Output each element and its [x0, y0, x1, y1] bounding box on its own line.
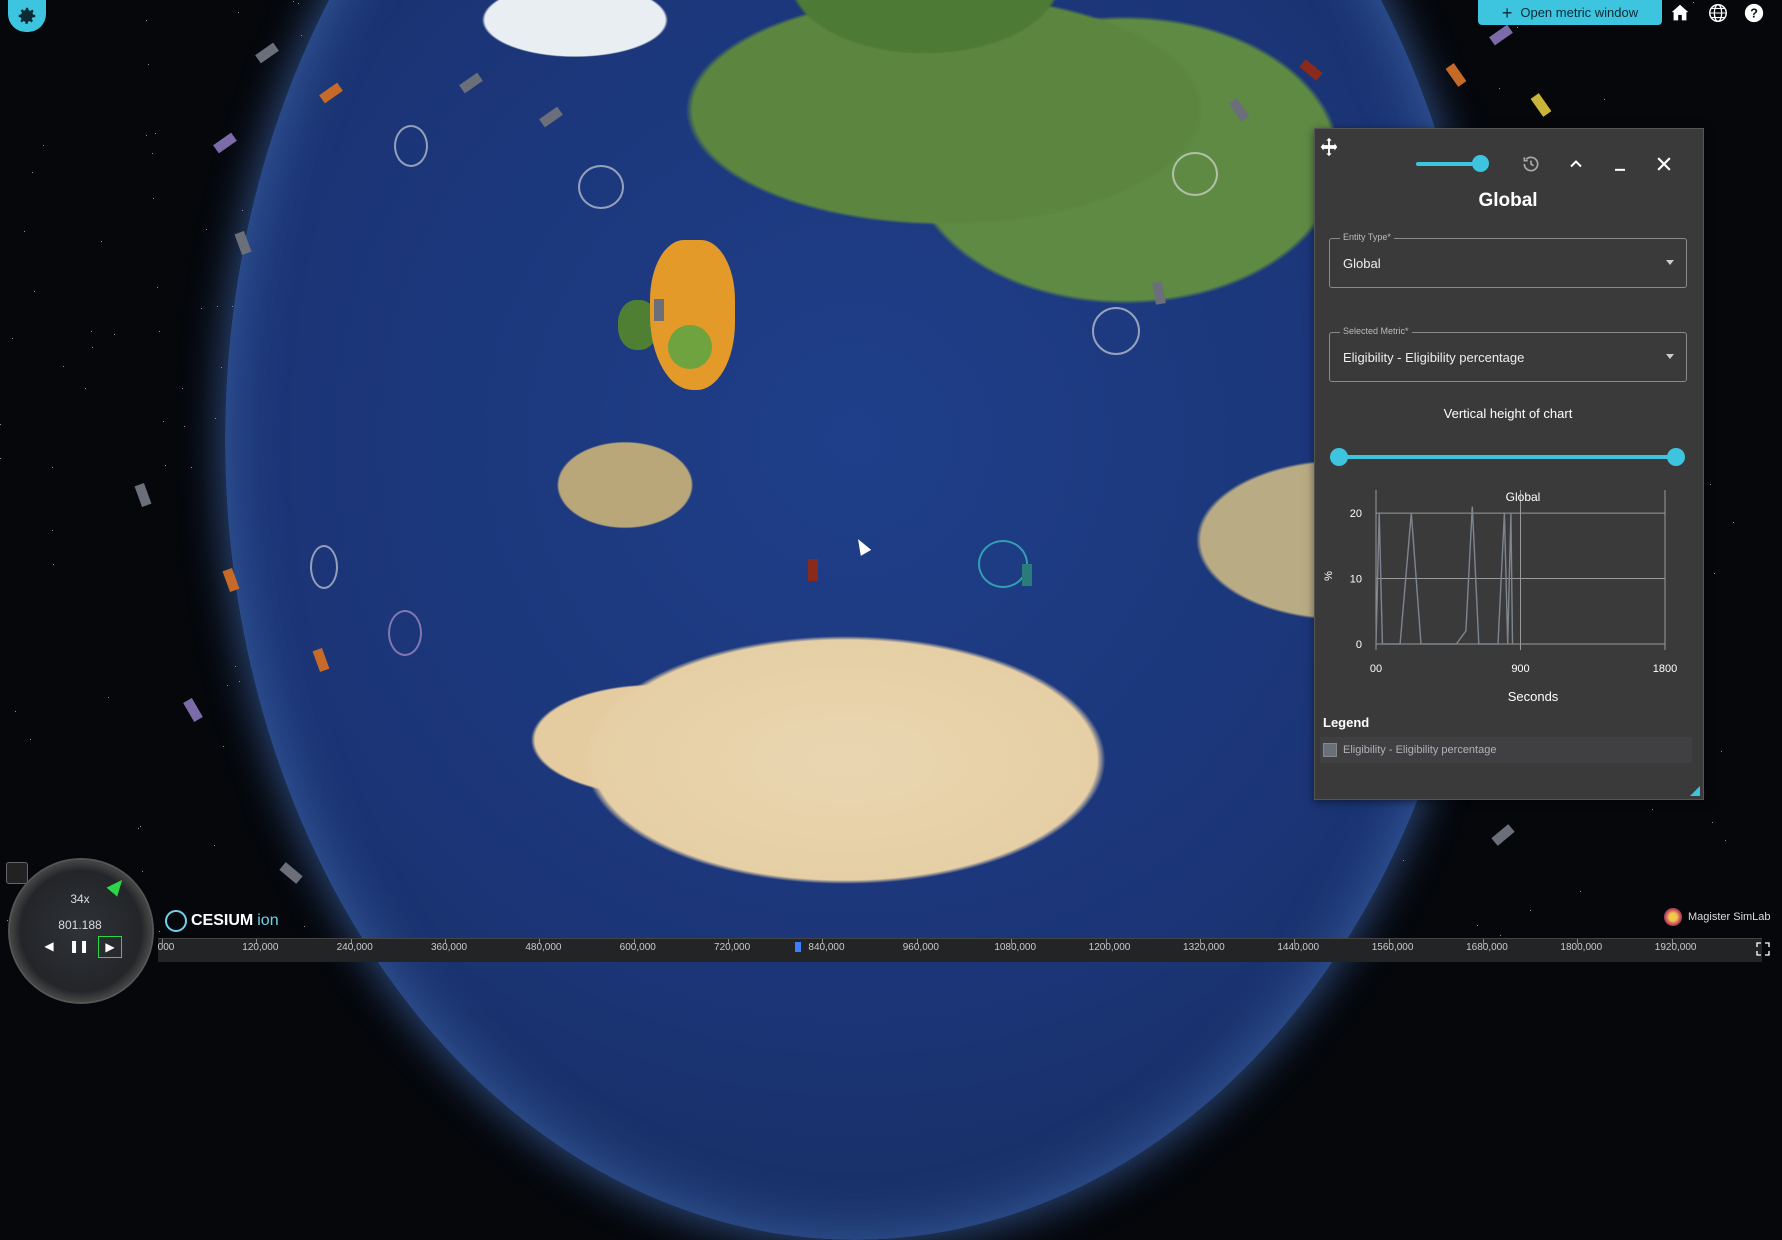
vertical-height-slider-track[interactable] — [1338, 455, 1676, 459]
close-icon — [1657, 157, 1671, 171]
open-metric-window-label: Open metric window — [1520, 5, 1639, 20]
move-icon[interactable] — [1318, 136, 1340, 158]
clock-speed: 34x — [70, 892, 90, 906]
timeline-tick-label: 1320,000 — [1183, 942, 1225, 953]
timeline-tick-label: 000 — [157, 942, 175, 953]
timeline-tick-label: 1200,000 — [1088, 942, 1131, 953]
history-icon — [1523, 156, 1539, 172]
minimize-icon — [1615, 168, 1625, 171]
entity-type-select[interactable]: Entity Type* Global — [1329, 232, 1687, 288]
history-button[interactable] — [1519, 152, 1543, 176]
chart-y-tick-label: 20 — [1350, 508, 1362, 520]
clock-toggle-button[interactable] — [6, 862, 28, 884]
satellite-icon[interactable] — [808, 559, 818, 581]
chart-title: Global — [1506, 490, 1541, 504]
chevron-up-icon — [1570, 160, 1582, 168]
minimize-button[interactable] — [1608, 152, 1632, 176]
chart-x-tick-label: 00 — [1370, 663, 1382, 675]
legend-item-label: Eligibility - Eligibility percentage — [1343, 744, 1497, 756]
app-brand: Magister SimLab — [1664, 908, 1771, 926]
timeline-current-marker[interactable] — [795, 942, 801, 952]
opacity-slider-thumb[interactable] — [1472, 155, 1489, 172]
satellite-icon[interactable] — [654, 299, 664, 321]
timeline-tick-label: 960,000 — [902, 942, 939, 953]
home-button[interactable] — [1666, 0, 1694, 26]
legend-title: Legend — [1323, 715, 1370, 730]
ground-station-ring[interactable] — [310, 545, 338, 589]
legend-item[interactable]: Eligibility - Eligibility percentage — [1320, 737, 1692, 763]
timeline-tick-label: 240,000 — [336, 942, 373, 953]
timeline-tick-label: 1680,000 — [1466, 942, 1508, 953]
timeline-tick-label: 600,000 — [619, 942, 656, 953]
globe-view-button[interactable] — [1704, 0, 1732, 26]
play-button[interactable]: ▶ — [98, 936, 122, 958]
help-button[interactable]: ? — [1740, 0, 1768, 26]
pause-button[interactable]: ❚❚ — [68, 936, 90, 956]
rewind-button[interactable]: ◀ — [38, 936, 60, 956]
selected-metric-label: Selected Metric* — [1340, 326, 1412, 336]
entity-type-value: Global — [1343, 256, 1381, 271]
timeline[interactable]: 000 120,000 240,000 360,000 480,000 600,000 72… — [158, 938, 1762, 962]
timeline-tick-label: 1080,000 — [994, 942, 1037, 953]
chart-xlabel: Seconds — [1508, 689, 1559, 704]
entity-type-label: Entity Type* — [1340, 232, 1394, 242]
vertical-height-label: Vertical height of chart — [1443, 406, 1573, 421]
chart-series-line — [1375, 506, 1514, 645]
timeline-tick-label: 360,000 — [430, 942, 468, 953]
clock-time: 801.188 — [58, 918, 102, 932]
fullscreen-icon — [1756, 942, 1770, 956]
timeline-tick-label: 1560,000 — [1371, 942, 1414, 953]
globe-icon — [1709, 4, 1727, 22]
open-metric-window-button[interactable]: + Open metric window — [1478, 0, 1662, 25]
ground-station-ring[interactable] — [394, 125, 428, 167]
plus-icon: + — [1501, 2, 1513, 23]
ground-station-ring[interactable] — [1172, 152, 1218, 196]
panel-resize-handle[interactable] — [1690, 786, 1700, 796]
selected-metric-value: Eligibility - Eligibility percentage — [1343, 350, 1525, 365]
caret-down-icon — [1666, 354, 1674, 359]
chart-x-tick-label: 900 — [1511, 663, 1529, 675]
legend-swatch — [1323, 743, 1337, 757]
timeline-tick-label: 720,000 — [714, 942, 751, 953]
timeline-tick-label: 480,000 — [525, 942, 562, 953]
caret-down-icon — [1666, 260, 1674, 265]
ground-station-ring[interactable] — [388, 610, 422, 656]
ground-station-ring[interactable] — [1092, 307, 1140, 355]
ground-station-ring[interactable] — [978, 540, 1028, 588]
selected-metric-select[interactable]: Selected Metric* Eligibility - Eligibili… — [1329, 326, 1687, 382]
metric-chart: 0 10 20 00 900 1800 Global % Seconds — [1323, 490, 1677, 704]
gear-icon — [18, 7, 36, 24]
vertical-height-slider-max-thumb[interactable] — [1667, 448, 1685, 466]
ground-station-ring[interactable] — [578, 165, 624, 209]
close-button[interactable] — [1652, 152, 1676, 176]
home-icon — [1671, 4, 1689, 21]
chart-x-tick-label: 1800 — [1653, 663, 1677, 675]
timeline-tick-label: 1440,000 — [1277, 942, 1320, 953]
timeline-tick-label: 1800,000 — [1560, 942, 1603, 953]
timeline-tick-label: 1920,000 — [1654, 942, 1697, 953]
chart-y-tick-label: 10 — [1350, 574, 1362, 586]
fullscreen-button[interactable] — [1752, 938, 1774, 960]
cesium-ion-logo[interactable]: CESIUM ion — [165, 910, 279, 932]
timeline-tick-label: 120,000 — [242, 942, 279, 953]
cesium-text: CESIUM — [191, 912, 254, 929]
cesium-logo-icon — [165, 910, 187, 932]
cesium-ion-text: ion — [257, 912, 279, 929]
svg-text:?: ? — [1750, 6, 1758, 21]
chart-ylabel: % — [1323, 571, 1335, 581]
magister-logo-icon — [1664, 908, 1682, 926]
collapse-button[interactable] — [1564, 152, 1588, 176]
help-icon: ? — [1744, 3, 1764, 23]
vertical-height-slider-min-thumb[interactable] — [1330, 448, 1348, 466]
app-brand-name: Magister SimLab — [1688, 911, 1771, 923]
uk-coverage-center[interactable] — [668, 325, 712, 369]
satellite-icon[interactable] — [1022, 564, 1032, 586]
chart-y-tick-label: 0 — [1356, 639, 1362, 651]
panel-title: Global — [1478, 190, 1538, 211]
timeline-tick-label: 840,000 — [808, 942, 845, 953]
